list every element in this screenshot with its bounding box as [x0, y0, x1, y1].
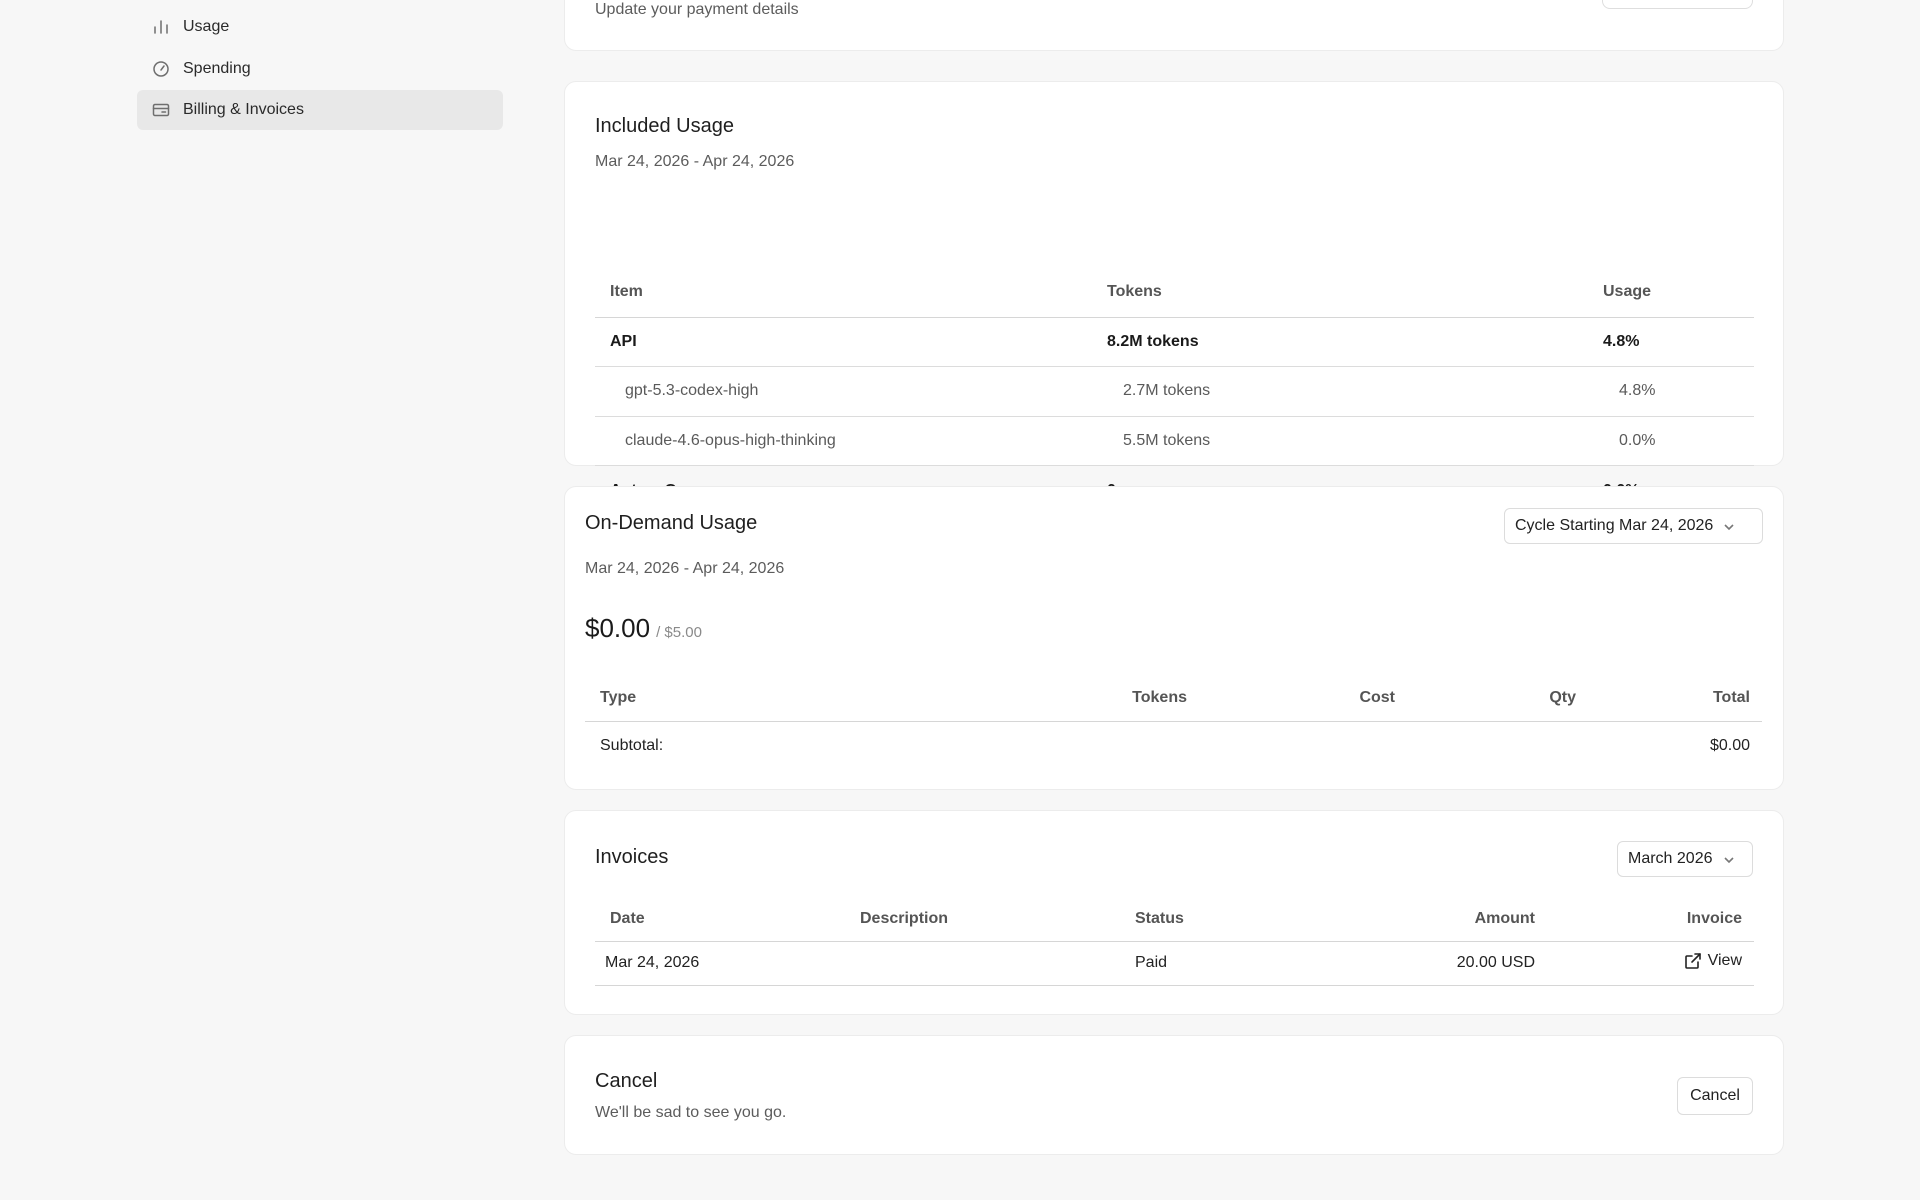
- credit-card-icon: [151, 100, 171, 120]
- column-header-type: Type: [585, 675, 1025, 722]
- empty-cell: [1025, 721, 1187, 770]
- external-link-icon: [1684, 952, 1701, 969]
- sidebar-item-label: Usage: [183, 18, 230, 35]
- sidebar: Usage Spending Billing & Invoices: [137, 7, 503, 132]
- billing-page: Usage Spending Billing & Invoices Update…: [0, 0, 1920, 1200]
- payment-card: Update your payment details: [564, 0, 1784, 51]
- invoice-amount: 20.00 USD: [1325, 941, 1535, 986]
- spend-limit: / $5.00: [656, 624, 702, 641]
- view-invoice-link[interactable]: View: [1684, 952, 1742, 970]
- included-usage-table: Item Tokens Usage API 8.2M tokens 4.8% g…: [595, 267, 1754, 515]
- row-item: gpt-5.3-codex-high: [595, 366, 1107, 417]
- column-header-amount: Amount: [1325, 898, 1535, 942]
- empty-cell: [1187, 721, 1395, 770]
- gauge-icon: [151, 59, 171, 79]
- column-header-invoice: Invoice: [1535, 898, 1754, 942]
- chevron-down-icon: [1723, 520, 1735, 532]
- table-row: API 8.2M tokens 4.8%: [595, 317, 1754, 367]
- column-header-total: Total: [1576, 675, 1762, 722]
- row-usage: 4.8%: [1603, 317, 1754, 367]
- row-tokens: 2.7M tokens: [1107, 366, 1603, 417]
- row-item: claude-4.6-opus-high-thinking: [595, 416, 1107, 466]
- invoice-date: Mar 24, 2026: [595, 941, 860, 986]
- on-demand-period: Mar 24, 2026 - Apr 24, 2026: [585, 560, 785, 577]
- on-demand-usage-card: On-Demand Usage Cycle Starting Mar 24, 2…: [564, 486, 1784, 790]
- column-header-description: Description: [860, 898, 1135, 942]
- column-header-tokens: Tokens: [1107, 267, 1603, 318]
- spent-value: $0.00: [585, 613, 651, 643]
- bar-chart-icon: [151, 17, 171, 37]
- column-header-cost: Cost: [1187, 675, 1395, 722]
- table-row: Mar 24, 2026 Paid 20.00 USD View: [595, 941, 1754, 986]
- column-header-date: Date: [595, 898, 860, 942]
- invoices-table: Date Description Status Amount Invoice M…: [595, 898, 1754, 986]
- payment-subtitle: Update your payment details: [595, 1, 799, 18]
- row-tokens: 5.5M tokens: [1107, 416, 1603, 466]
- row-item: API: [595, 317, 1107, 367]
- invoice-status: Paid: [1135, 941, 1325, 986]
- sidebar-item-label: Spending: [183, 59, 251, 77]
- row-tokens: 8.2M tokens: [1107, 317, 1603, 367]
- on-demand-table: Type Tokens Cost Qty Total Subtotal: $0.…: [585, 675, 1762, 770]
- subtotal-value: $0.00: [1709, 736, 1750, 754]
- invoices-title: Invoices: [595, 846, 669, 868]
- table-row: claude-4.6-opus-high-thinking 5.5M token…: [595, 416, 1754, 466]
- column-header-usage: Usage: [1603, 267, 1754, 318]
- invoices-card: Invoices March 2026 Date Description Sta…: [564, 810, 1784, 1015]
- cancel-subtitle: We'll be sad to see you go.: [595, 1104, 787, 1121]
- column-header-tokens: Tokens: [1025, 675, 1187, 722]
- column-header-status: Status: [1135, 898, 1325, 942]
- table-header-row: Type Tokens Cost Qty Total: [585, 675, 1762, 722]
- table-row: gpt-5.3-codex-high 2.7M tokens 4.8%: [595, 366, 1754, 417]
- column-header-item: Item: [595, 267, 1107, 318]
- empty-cell: [1395, 721, 1576, 770]
- month-select[interactable]: March 2026: [1617, 841, 1753, 877]
- invoice-cell: View: [1535, 941, 1754, 986]
- included-usage-card: Included Usage Mar 24, 2026 - Apr 24, 20…: [564, 81, 1784, 499]
- invoice-description: [860, 941, 1135, 986]
- sidebar-item-billing-invoices[interactable]: Billing & Invoices: [137, 90, 503, 130]
- cycle-select[interactable]: Cycle Starting Mar 24, 2026: [1504, 508, 1763, 544]
- month-select-value: March 2026: [1628, 850, 1713, 867]
- cycle-select-value: Cycle Starting Mar 24, 2026: [1515, 517, 1714, 534]
- on-demand-title: On-Demand Usage: [585, 512, 758, 534]
- sidebar-item-spending[interactable]: Spending: [137, 49, 503, 89]
- view-invoice-label: View: [1707, 951, 1742, 969]
- row-usage: 4.8%: [1603, 366, 1754, 417]
- included-usage-period: Mar 24, 2026 - Apr 24, 2026: [595, 153, 795, 170]
- manage-payment-button[interactable]: [1602, 0, 1753, 9]
- table-header-row: Item Tokens Usage: [595, 267, 1754, 318]
- spending-amount: $0.00 / $5.00: [585, 613, 702, 644]
- table-header-row: Date Description Status Amount Invoice: [595, 898, 1754, 942]
- row-usage: 0.0%: [1603, 416, 1754, 466]
- cancel-title: Cancel: [595, 1070, 658, 1092]
- included-usage-title: Included Usage: [595, 115, 734, 137]
- sidebar-item-usage[interactable]: Usage: [137, 7, 503, 47]
- sidebar-item-label: Billing & Invoices: [183, 101, 304, 118]
- cancel-subscription-button[interactable]: Cancel: [1677, 1077, 1753, 1115]
- column-header-qty: Qty: [1395, 675, 1576, 722]
- cancel-card: Cancel We'll be sad to see you go. Cance…: [564, 1035, 1784, 1155]
- subtotal-label: Subtotal:: [600, 736, 664, 754]
- chevron-down-icon: [1723, 853, 1735, 865]
- subtotal-row: Subtotal: $0.00: [585, 721, 1762, 770]
